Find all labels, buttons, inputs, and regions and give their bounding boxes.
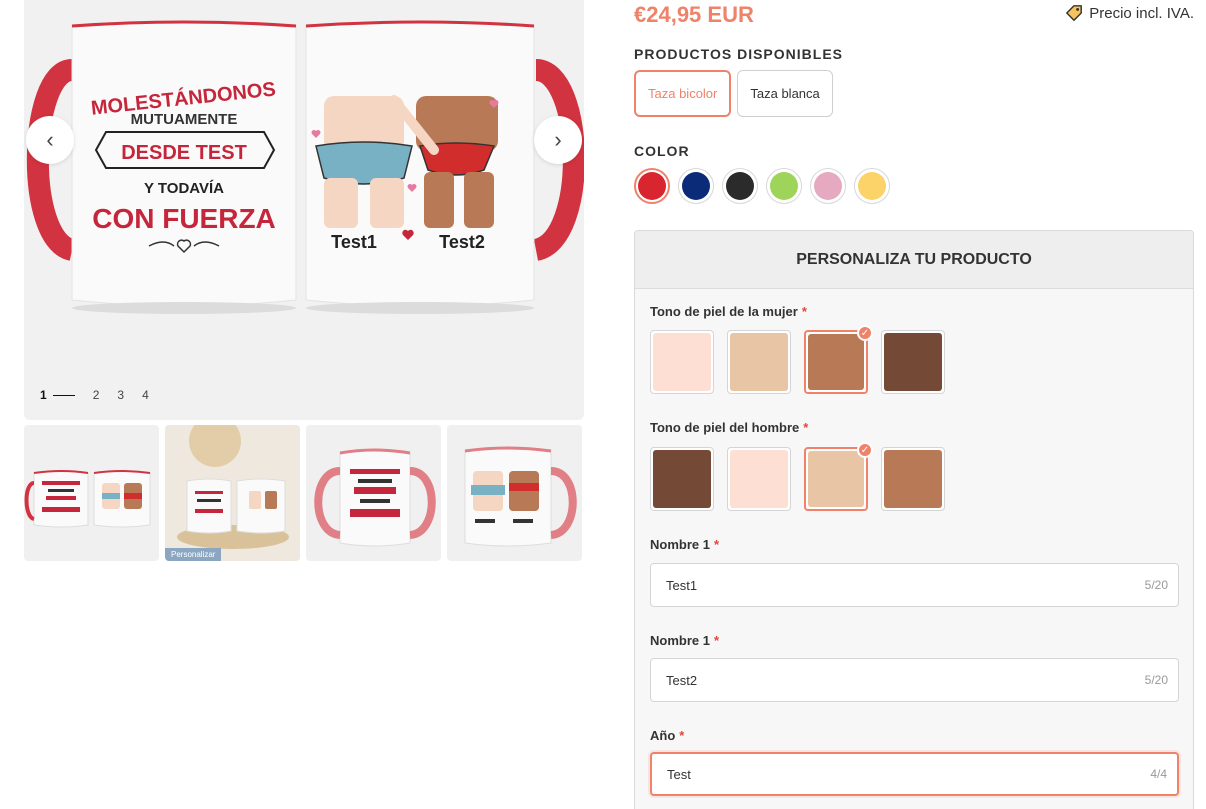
name1-char-count: 5/20: [1144, 578, 1168, 592]
tax-note-text: Precio incl. IVA.: [1089, 4, 1194, 22]
tone-man-2[interactable]: [727, 447, 791, 511]
pager-item-3[interactable]: 3: [117, 388, 124, 402]
thumbnail-1[interactable]: [24, 425, 159, 561]
check-icon: ✓: [857, 325, 873, 341]
product-option-bicolor[interactable]: Taza bicolor: [634, 70, 732, 117]
pager-item-4[interactable]: 4: [142, 388, 149, 402]
products-title: PRODUCTOS DISPONIBLES: [634, 46, 843, 62]
mug-name2: Test2: [439, 232, 485, 252]
gallery-prev-button[interactable]: ‹: [26, 116, 74, 164]
tone-man-1[interactable]: [650, 447, 714, 511]
mug-text-line5: CON FUERZA: [92, 203, 276, 234]
check-icon: ✓: [857, 442, 873, 458]
tone-woman-3[interactable]: ✓: [804, 325, 873, 394]
color-options: [634, 168, 890, 204]
personalize-title: PERSONALIZA TU PRODUCTO: [635, 231, 1193, 289]
gallery-next-button[interactable]: ›: [534, 116, 582, 164]
thumbnail-2[interactable]: Personalizar: [165, 425, 300, 561]
tone-woman-options: ✓: [650, 325, 945, 394]
thumbnail-3[interactable]: [306, 425, 441, 561]
tone-woman-1[interactable]: [650, 330, 714, 394]
color-swatch-green[interactable]: [766, 168, 802, 204]
color-swatch-red[interactable]: [634, 168, 670, 204]
color-swatch-pink[interactable]: [810, 168, 846, 204]
color-swatch-black[interactable]: [722, 168, 758, 204]
product-price: €24,95 EUR: [634, 2, 754, 27]
price-tag-icon: [1066, 5, 1083, 21]
color-swatch-yellow[interactable]: [854, 168, 890, 204]
pager-item-2[interactable]: 2: [93, 388, 100, 402]
product-options: Taza bicolor Taza blanca: [634, 70, 833, 117]
thumbnail-strip: Personalizar: [24, 425, 584, 561]
tone-man-4[interactable]: [881, 447, 945, 511]
name1-input[interactable]: [666, 577, 1106, 593]
gallery-pager: 1 2 3 4: [40, 388, 149, 402]
tone-man-options: ✓: [650, 442, 945, 511]
mug-text-line2: MUTUAMENTE: [131, 111, 238, 128]
mug-name1: Test1: [331, 232, 377, 252]
name1-field[interactable]: 5/20: [650, 563, 1179, 607]
tone-woman-label: Tono de piel de la mujer *: [650, 304, 807, 319]
name2-label: Nombre 1 *: [650, 633, 720, 648]
year-char-count: 4/4: [1150, 767, 1167, 781]
year-field[interactable]: 4/4: [650, 752, 1179, 796]
color-title: COLOR: [634, 143, 690, 159]
tone-man-3[interactable]: ✓: [804, 442, 873, 511]
tone-man-label: Tono de piel del hombre *: [650, 420, 809, 435]
name1-label: Nombre 1 *: [650, 537, 720, 552]
mug-text-line3: DESDE TEST: [121, 142, 247, 164]
year-input[interactable]: [667, 766, 1107, 782]
name2-input[interactable]: [666, 672, 1106, 688]
tone-woman-4[interactable]: [881, 330, 945, 394]
name2-field[interactable]: 5/20: [650, 658, 1179, 702]
personalize-panel: PERSONALIZA TU PRODUCTO Tono de piel de …: [634, 230, 1194, 809]
product-page: MOLESTÁNDONOS MUTUAMENTE DESDE TEST Y TO…: [0, 0, 1206, 809]
tone-woman-2[interactable]: [727, 330, 791, 394]
tax-note: Precio incl. IVA.: [1065, 4, 1194, 22]
mug-text-line4: Y TODAVÍA: [144, 180, 224, 197]
color-swatch-navy[interactable]: [678, 168, 714, 204]
personalize-tag: Personalizar: [165, 548, 222, 561]
year-label: Año *: [650, 728, 685, 743]
pager-item-1[interactable]: 1: [40, 388, 75, 402]
product-option-white[interactable]: Taza blanca: [737, 70, 833, 117]
chevron-left-icon: ‹: [46, 127, 54, 152]
name2-char-count: 5/20: [1144, 673, 1168, 687]
product-gallery[interactable]: MOLESTÁNDONOS MUTUAMENTE DESDE TEST Y TO…: [24, 0, 584, 420]
thumbnail-4[interactable]: [447, 425, 582, 561]
chevron-right-icon: ›: [554, 127, 562, 152]
mug-main-image: MOLESTÁNDONOS MUTUAMENTE DESDE TEST Y TO…: [26, 20, 584, 314]
